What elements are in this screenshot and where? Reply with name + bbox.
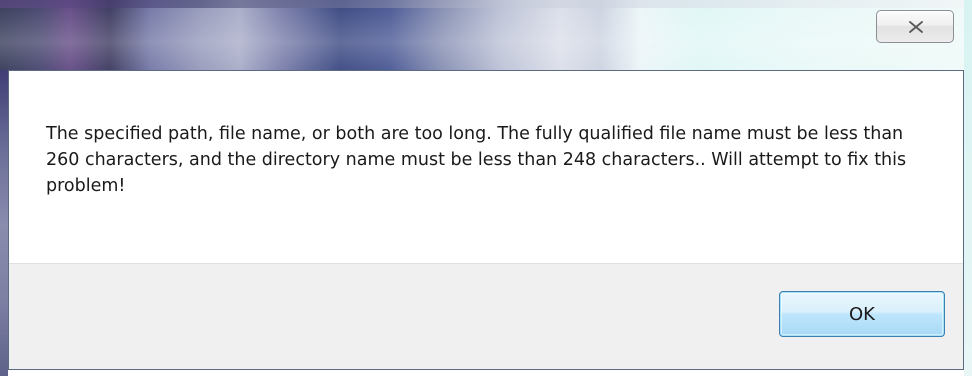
dialog-title-bar[interactable] [0,0,972,70]
ok-button[interactable]: OK [779,291,945,337]
button-bar: OK [9,263,963,369]
dialog-body: The specified path, file name, or both a… [8,70,964,370]
error-message: The specified path, file name, or both a… [46,124,907,196]
window-frame-right [964,0,972,376]
message-area: The specified path, file name, or both a… [9,71,963,263]
close-button[interactable] [876,10,954,43]
close-icon [909,21,923,33]
